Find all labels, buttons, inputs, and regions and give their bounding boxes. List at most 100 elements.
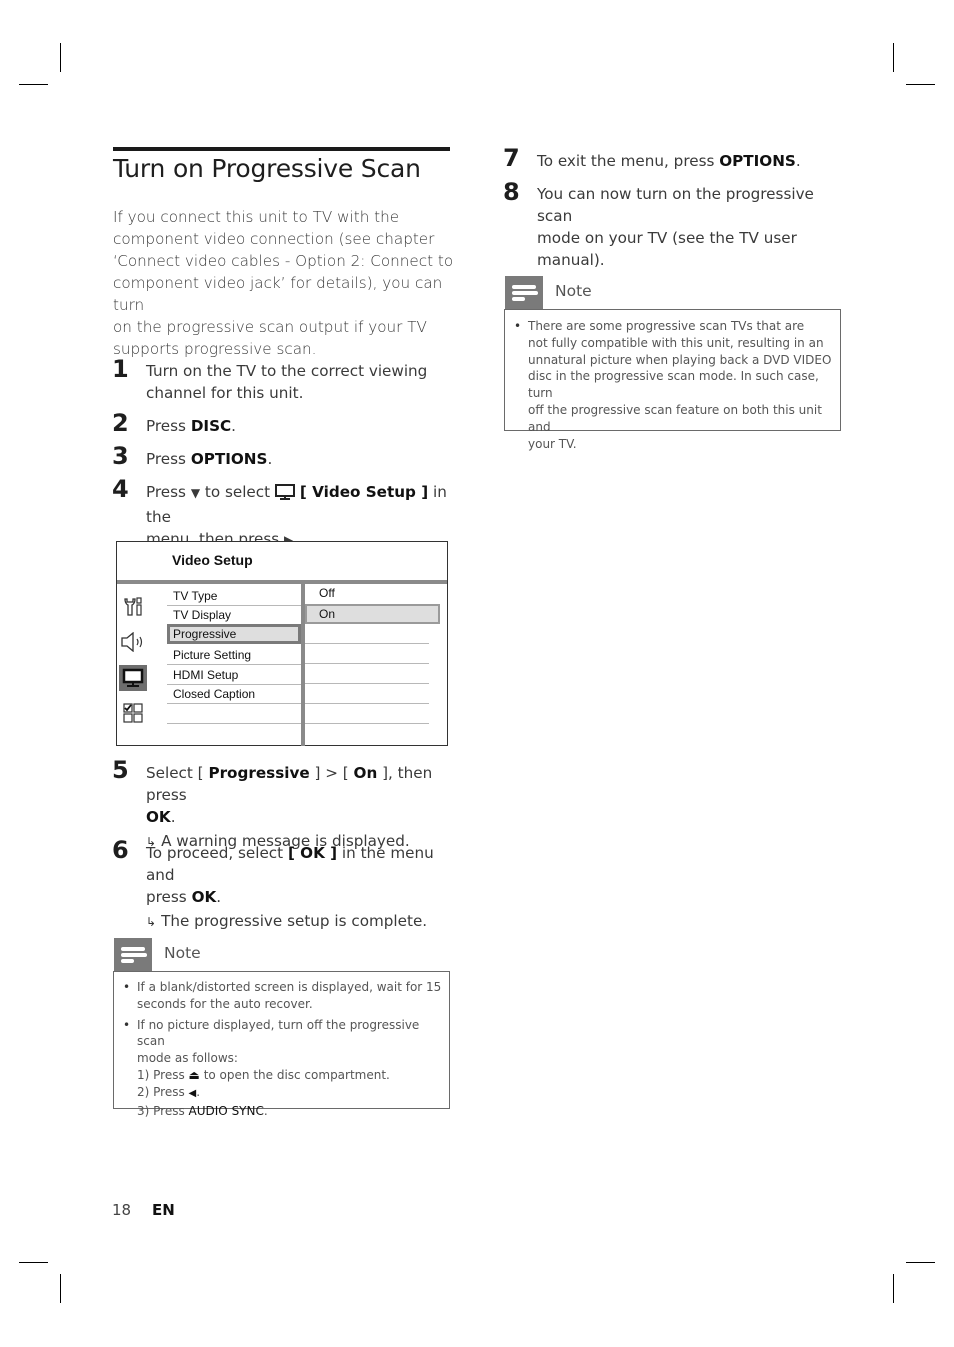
step-number: 1 — [112, 355, 129, 383]
step-prefix: Press — [146, 450, 191, 468]
note-line: your TV. — [528, 436, 577, 451]
note-label: Note — [555, 282, 592, 300]
step-number: 4 — [112, 475, 129, 503]
intro-paragraph: If you connect this unit to TV with the … — [113, 206, 458, 360]
step-line: manual). — [537, 251, 605, 269]
step-mid: ] > [ — [309, 764, 354, 782]
intro-line: ‘Connect video cables - Option 2: Connec… — [113, 252, 454, 270]
step-text: Turn on the TV to the correct viewing ch… — [146, 360, 456, 404]
step-suffix: . — [267, 450, 273, 468]
step-prefix: Select [ — [146, 764, 209, 782]
note-bullet: There are some progressive scan TVs that… — [512, 318, 837, 452]
substep-suffix: . — [263, 1103, 268, 1118]
audio-setup-icon[interactable] — [119, 629, 147, 655]
step-text: To proceed, select [ OK ] in the menu an… — [146, 842, 456, 933]
note-icon — [505, 276, 543, 309]
note-line: If a blank/distorted screen is displayed… — [137, 980, 442, 994]
option-empty — [305, 704, 429, 724]
step-text: You can now turn on the progressive scan… — [537, 183, 847, 271]
step-prefix: To exit the menu, press — [537, 152, 720, 170]
note-line: mode as follows: — [137, 1051, 238, 1066]
step-prefix: Press — [146, 417, 191, 435]
step-text: To exit the menu, press OPTIONS. — [537, 150, 801, 172]
note-substep: 1) Press ⏏ to open the disc compartment. — [121, 1067, 446, 1084]
key-ok: OK — [191, 888, 217, 906]
substep-suffix: . — [196, 1084, 201, 1099]
preference-setup-icon[interactable] — [119, 700, 147, 726]
intro-line: component video connection (see chapter — [113, 230, 435, 248]
note-list: There are some progressive scan TVs that… — [512, 318, 837, 456]
note-line: If no picture displayed, turn off the pr… — [137, 1017, 420, 1049]
step-number: 2 — [112, 409, 129, 437]
video-setup-icon[interactable] — [119, 665, 147, 691]
step-suffix: . — [795, 152, 801, 170]
option-empty — [305, 684, 429, 704]
crop-mark — [893, 43, 894, 72]
step-number: 3 — [112, 442, 129, 470]
intro-line: component video jack’ for details), you … — [113, 274, 443, 314]
option-off[interactable]: Off — [305, 583, 429, 603]
option-on[interactable]: On — [305, 604, 440, 624]
option-empty — [305, 664, 429, 684]
key-video-setup: [ Video Setup ] — [299, 483, 429, 501]
menu-item-closed-caption[interactable]: Closed Caption — [167, 684, 301, 704]
menu-item-empty — [167, 704, 301, 724]
step-prefix: Press — [146, 483, 191, 501]
note-bullet: If a blank/distorted screen is displayed… — [121, 979, 446, 1013]
step-text: Press DISC. — [146, 415, 236, 437]
menu-item-hdmi-setup[interactable]: HDMI Setup — [167, 665, 301, 685]
crop-mark — [19, 84, 48, 85]
note-label: Note — [164, 944, 201, 962]
step-result: The progressive setup is complete. — [161, 912, 428, 930]
menu-item-picture-setting[interactable]: Picture Setting — [167, 645, 301, 665]
page-title: Turn on Progressive Scan — [113, 154, 421, 183]
option-empty — [305, 644, 429, 664]
step-prefix: press — [146, 888, 192, 906]
result-arrow-icon: ↳ — [146, 915, 157, 929]
key-ok: OK — [146, 808, 171, 826]
key-ok-bracket: [ OK ] — [287, 844, 338, 862]
crop-mark — [906, 84, 935, 85]
step-line: channel for this unit. — [146, 384, 304, 402]
note-line: unnatural picture when playing back a DV… — [528, 352, 832, 367]
step-prefix: To proceed, select — [146, 844, 288, 862]
note-icon — [114, 938, 152, 971]
step-number: 6 — [112, 836, 129, 864]
note-line: disc in the progressive scan mode. In su… — [528, 369, 819, 401]
down-arrow-icon: ▼ — [190, 486, 201, 500]
step-line: Turn on the TV to the correct viewing — [146, 362, 428, 380]
step-number: 5 — [112, 756, 129, 784]
menu-item-tv-display[interactable]: TV Display — [167, 605, 301, 625]
key-disc: DISC — [190, 417, 232, 435]
note-line: seconds for the auto recover. — [137, 996, 313, 1011]
step-suffix: . — [231, 417, 236, 435]
step-line: mode on your TV (see the TV user — [537, 229, 797, 247]
step-suffix: . — [170, 808, 176, 826]
key-audio-sync: AUDIO SYNC — [188, 1103, 264, 1118]
crop-mark — [893, 1274, 894, 1303]
key-options: OPTIONS — [190, 450, 268, 468]
page-number: 18 — [112, 1201, 132, 1219]
video-setup-menu: Video Setup TV Type TV Display Progressi… — [116, 541, 448, 746]
menu-item-tv-type[interactable]: TV Type — [167, 586, 301, 606]
menu-title: Video Setup — [172, 552, 253, 568]
step-line: You can now turn on the progressive scan — [537, 185, 814, 225]
intro-line: If you connect this unit to TV with the — [113, 208, 400, 226]
key-progressive: Progressive — [208, 764, 310, 782]
option-empty — [305, 624, 429, 644]
step-number: 8 — [503, 178, 520, 206]
intro-line: supports progressive scan. — [113, 340, 317, 358]
crop-mark — [60, 1274, 61, 1303]
crop-mark — [19, 1262, 48, 1263]
general-setup-icon[interactable] — [119, 594, 147, 620]
menu-item-progressive[interactable]: Progressive — [167, 624, 301, 644]
intro-line: on the progressive scan output if your T… — [113, 318, 427, 336]
eject-icon: ⏏ — [188, 1067, 200, 1082]
language-code: EN — [152, 1201, 175, 1219]
substep-prefix: 2) Press — [137, 1084, 189, 1099]
tv-monitor-icon — [274, 484, 295, 506]
note-substep: 3) Press AUDIO SYNC. — [121, 1103, 446, 1120]
title-rule — [113, 147, 450, 151]
key-on: On — [353, 764, 378, 782]
key-options: OPTIONS — [719, 152, 796, 170]
